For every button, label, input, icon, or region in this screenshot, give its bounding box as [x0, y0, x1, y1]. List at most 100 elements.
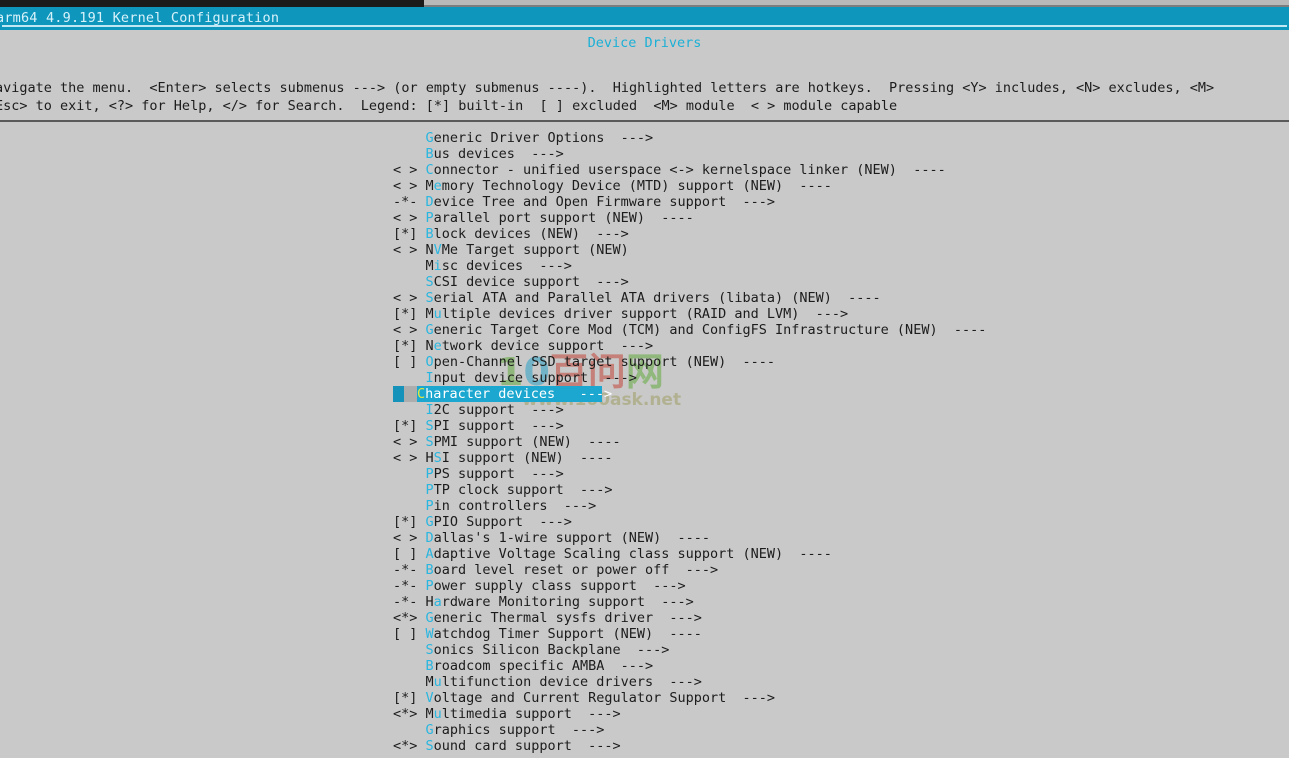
menu-item-content: < > Serial ATA and Parallel ATA drivers … [0, 290, 881, 306]
menu-item-content: [ ] Watchdog Timer Support (NEW) ---- [0, 626, 702, 642]
submenu-arrow: ---> [653, 610, 702, 626]
menu-item-hotkey: A [425, 546, 434, 562]
menu-item[interactable]: PTP clock support ---> [0, 482, 1289, 498]
menu-item[interactable]: [*] Block devices (NEW) ---> [0, 226, 1289, 242]
menu-item-label-pre: M [425, 178, 434, 194]
submenu-arrow: ---> [523, 514, 572, 530]
menu-item-content: [*] Voltage and Current Regulator Suppor… [0, 690, 775, 706]
menu-item[interactable]: < > HSI support (NEW) ---- [0, 450, 1289, 466]
menu-item-hotkey: D [425, 530, 434, 546]
submenu-arrow: ---> [588, 370, 637, 386]
menu-item-label: sc devices [441, 258, 524, 274]
menu-item-label: eneric Thermal sysfs driver [433, 610, 654, 626]
menu-item-content: PTP clock support ---> [0, 482, 613, 498]
menu-item[interactable]: [ ] Adaptive Voltage Scaling class suppo… [0, 546, 1289, 562]
menu-item[interactable]: [ ] Watchdog Timer Support (NEW) ---- [0, 626, 1289, 642]
menu-item-label: evice Tree and Open Firmware support [433, 194, 727, 210]
menu-item-content: <*> Multimedia support ---> [0, 706, 621, 722]
menu-item-state-marker [393, 370, 426, 386]
menu-item-hotkey: B [425, 562, 434, 578]
menu-item-hotkey: S [425, 274, 434, 290]
menu-item-state-marker: [ ] [393, 546, 426, 562]
menu-item-hotkey: G [425, 514, 434, 530]
menu-item[interactable]: Bus devices ---> [0, 146, 1289, 162]
menu-item-state-marker [393, 146, 426, 162]
menu-item[interactable]: Multifunction device drivers ---> [0, 674, 1289, 690]
menu-item-hotkey: u [433, 306, 442, 322]
menu-item[interactable]: [*] Network device support ---> [0, 338, 1289, 354]
menu-item[interactable]: Graphics support ---> [0, 722, 1289, 738]
menu-item-label: PI support [433, 418, 515, 434]
menu-item[interactable]: < > Serial ATA and Parallel ATA drivers … [0, 290, 1289, 306]
menu-item[interactable]: < > Parallel port support (NEW) ---- [0, 210, 1289, 226]
menu-item-state-marker: < > [393, 450, 426, 466]
submenu-arrow: ---- [563, 450, 613, 466]
panel-divider [0, 120, 1289, 122]
menu-item[interactable]: <*> Sound card support ---> [0, 738, 1289, 754]
menu-item[interactable]: [*] Multiple devices driver support (RAI… [0, 306, 1289, 322]
menu-item-state-marker: -*- [393, 194, 426, 210]
menu-item-label: PMI support (NEW) [433, 434, 572, 450]
menu-item-hotkey: G [425, 610, 434, 626]
menu-item[interactable]: I2C support ---> [0, 402, 1289, 418]
menu-item[interactable]: [*] SPI support ---> [0, 418, 1289, 434]
submenu-arrow: ---> [604, 338, 654, 354]
menu-item-content: < > Generic Target Core Mod (TCM) and Co… [0, 322, 986, 338]
submenu-arrow: ---> [563, 482, 613, 498]
menu-item-label: oard level reset or power off [433, 562, 670, 578]
menu-item-state-marker: <*> [393, 738, 426, 754]
menu-item[interactable]: -*- Board level reset or power off ---> [0, 562, 1289, 578]
menu-item[interactable]: < > Connector - unified userspace <-> ke… [0, 162, 1289, 178]
menu-item[interactable]: [ ] Open-Channel SSD target support (NEW… [0, 354, 1289, 370]
menu-item-hotkey: e [433, 338, 442, 354]
menu-item[interactable]: -*- Device Tree and Open Firmware suppor… [0, 194, 1289, 210]
menu-item-hotkey: P [425, 466, 434, 482]
menu-item-state-marker: -*- [393, 578, 426, 594]
menu-item[interactable]: Broadcom specific AMBA ---> [0, 658, 1289, 674]
menu-item[interactable]: < > Memory Technology Device (MTD) suppo… [0, 178, 1289, 194]
menu-item[interactable]: -*- Power supply class support ---> [0, 578, 1289, 594]
menu-item[interactable]: Input device support ---> [0, 370, 1289, 386]
submenu-arrow: ---- [783, 178, 832, 194]
menu-item-label: ound card support [433, 738, 572, 754]
submenu-arrow: ---> [523, 258, 572, 274]
submenu-arrow: ---> [514, 466, 564, 482]
menu-item-label: ower supply class support [433, 578, 637, 594]
menu-item[interactable]: PPS support ---> [0, 466, 1289, 482]
menu-item[interactable]: Generic Driver Options ---> [0, 130, 1289, 146]
menu-item-label-pre: N [425, 242, 434, 258]
submenu-arrow: ---> [514, 146, 564, 162]
submenu-arrow: ---> [669, 562, 719, 578]
menu-item-state-marker: < > [393, 242, 426, 258]
menu-item[interactable]: [*] GPIO Support ---> [0, 514, 1289, 530]
menu-item-hotkey: a [433, 594, 442, 610]
menu-item-content: < > Dallas's 1-wire support (NEW) ---- [0, 530, 710, 546]
menu-item[interactable]: < > Generic Target Core Mod (TCM) and Co… [0, 322, 1289, 338]
menu-item[interactable]: SCSI device support ---> [0, 274, 1289, 290]
menu-item[interactable]: Sonics Silicon Backplane ---> [0, 642, 1289, 658]
menu-item-state-marker [393, 674, 426, 690]
submenu-arrow: ---> [726, 194, 776, 210]
menu-list[interactable]: Generic Driver Options ---> Bus devices … [0, 130, 1289, 758]
menu-item-label: I support (NEW) [441, 450, 564, 466]
menu-item-content: Input device support ---> [0, 370, 637, 386]
menu-item-hotkey: u [433, 674, 442, 690]
menu-item-state-marker: [ ] [393, 354, 426, 370]
menu-item-selected[interactable]: Character devices ---> [0, 386, 1289, 402]
menu-item-hotkey: C [425, 162, 434, 178]
menu-item[interactable]: Pin controllers ---> [0, 498, 1289, 514]
menu-item-label: erial ATA and Parallel ATA drivers (liba… [433, 290, 832, 306]
menu-item[interactable]: Misc devices ---> [0, 258, 1289, 274]
menu-item[interactable]: <*> Generic Thermal sysfs driver ---> [0, 610, 1289, 626]
menu-item[interactable]: -*- Hardware Monitoring support ---> [0, 594, 1289, 610]
menu-item[interactable]: <*> Multimedia support ---> [0, 706, 1289, 722]
menu-item[interactable]: < > Dallas's 1-wire support (NEW) ---- [0, 530, 1289, 546]
menu-item[interactable]: < > SPMI support (NEW) ---- [0, 434, 1289, 450]
submenu-arrow: ---> [645, 594, 694, 610]
menu-item[interactable]: < > NVMe Target support (NEW) [0, 242, 1289, 258]
menu-item-hotkey: B [425, 658, 434, 674]
submenu-arrow: ---> [555, 722, 605, 738]
menu-item-hotkey: W [425, 626, 434, 642]
title-bar-rule [2, 25, 1287, 27]
menu-item[interactable]: [*] Voltage and Current Regulator Suppor… [0, 690, 1289, 706]
